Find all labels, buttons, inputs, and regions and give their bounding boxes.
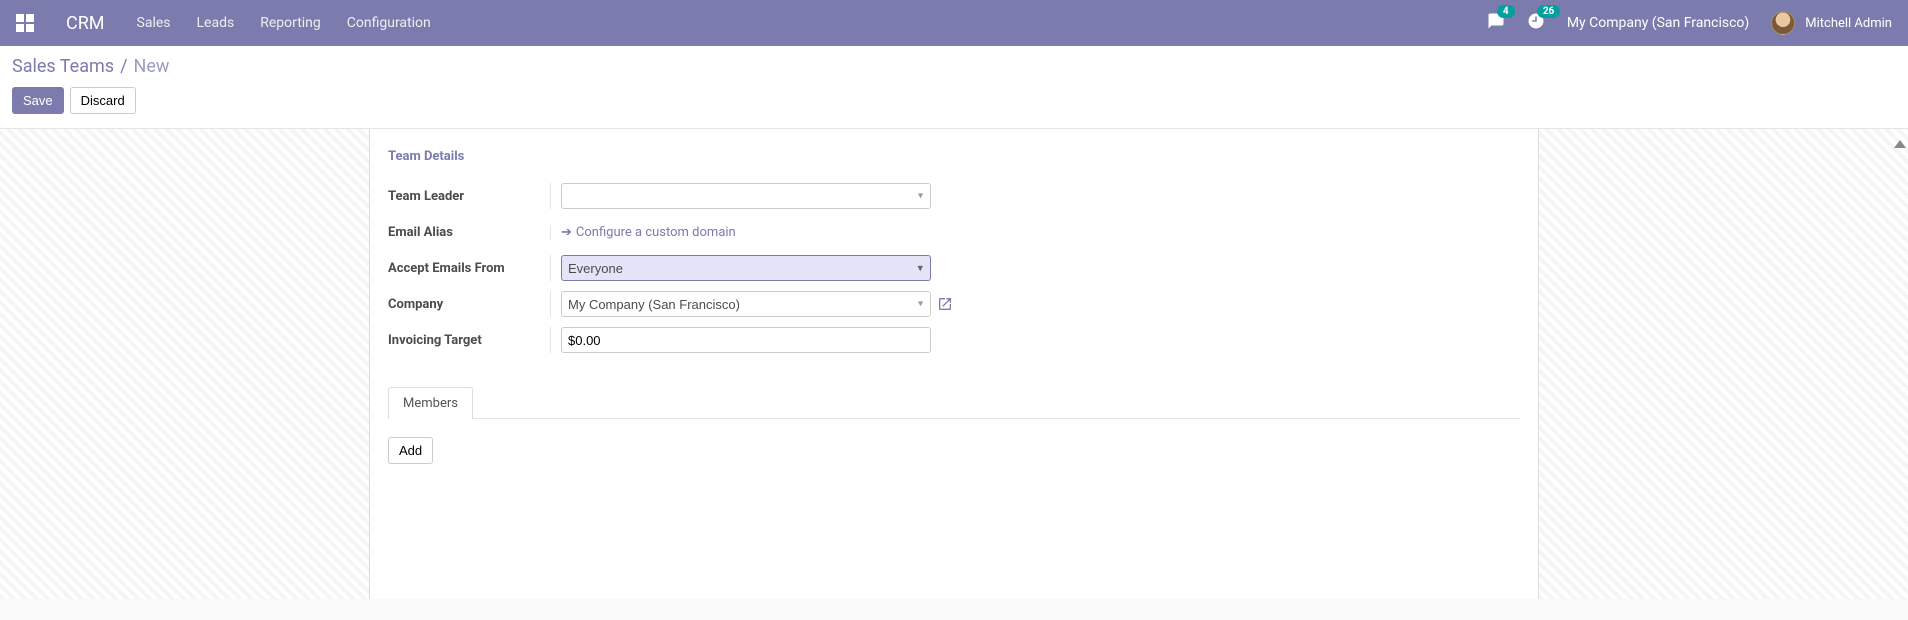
avatar: [1771, 11, 1795, 35]
invoicing-target-input[interactable]: [561, 327, 931, 353]
activity-badge: 26: [1537, 5, 1560, 18]
control-bar: Sales Teams / New Save Discard: [0, 46, 1908, 129]
tab-content-members: Add: [388, 419, 1520, 482]
external-link-icon[interactable]: [937, 296, 953, 312]
configure-domain-label: Configure a custom domain: [576, 225, 736, 240]
company-field[interactable]: ▾: [561, 291, 931, 317]
sheet-background: Team Details Team Leader ▾ Email Alias ➔: [0, 129, 1908, 599]
breadcrumb-separator: /: [120, 56, 127, 77]
accept-emails-select[interactable]: Everyone: [561, 255, 931, 281]
company-input[interactable]: [561, 291, 931, 317]
activities-icon[interactable]: 26: [1527, 12, 1545, 34]
save-button[interactable]: Save: [12, 87, 64, 114]
discard-button[interactable]: Discard: [70, 87, 136, 114]
app-brand[interactable]: CRM: [66, 13, 105, 34]
section-title-team-details: Team Details: [388, 149, 1520, 164]
tabs-bar: Members: [388, 386, 1520, 419]
nav-item-reporting[interactable]: Reporting: [260, 15, 321, 31]
label-email-alias: Email Alias: [388, 225, 550, 240]
label-company: Company: [388, 297, 550, 312]
nav-item-sales[interactable]: Sales: [137, 15, 171, 31]
label-accept-emails: Accept Emails From: [388, 261, 550, 276]
nav-item-configuration[interactable]: Configuration: [347, 15, 431, 31]
add-member-button[interactable]: Add: [388, 437, 433, 464]
breadcrumb-parent[interactable]: Sales Teams: [12, 56, 114, 77]
user-menu[interactable]: Mitchell Admin: [1771, 11, 1892, 35]
team-leader-field[interactable]: ▾: [561, 183, 931, 209]
tab-members[interactable]: Members: [388, 387, 473, 419]
label-team-leader: Team Leader: [388, 189, 550, 204]
breadcrumb-current: New: [134, 56, 170, 77]
arrow-right-icon: ➔: [561, 225, 572, 240]
breadcrumb: Sales Teams / New: [12, 56, 1892, 77]
configure-domain-link[interactable]: ➔ Configure a custom domain: [561, 225, 736, 240]
company-switcher[interactable]: My Company (San Francisco): [1567, 15, 1749, 31]
form-sheet: Team Details Team Leader ▾ Email Alias ➔: [369, 129, 1539, 599]
team-leader-input[interactable]: [561, 183, 931, 209]
user-name: Mitchell Admin: [1805, 16, 1892, 31]
scroll-up-indicator: [1894, 140, 1906, 148]
nav-item-leads[interactable]: Leads: [197, 15, 235, 31]
apps-icon[interactable]: [16, 14, 34, 32]
messaging-icon[interactable]: 4: [1487, 12, 1505, 34]
label-invoicing-target: Invoicing Target: [388, 333, 550, 348]
chat-badge: 4: [1497, 5, 1515, 18]
top-navbar: CRM Sales Leads Reporting Configuration …: [0, 0, 1908, 46]
